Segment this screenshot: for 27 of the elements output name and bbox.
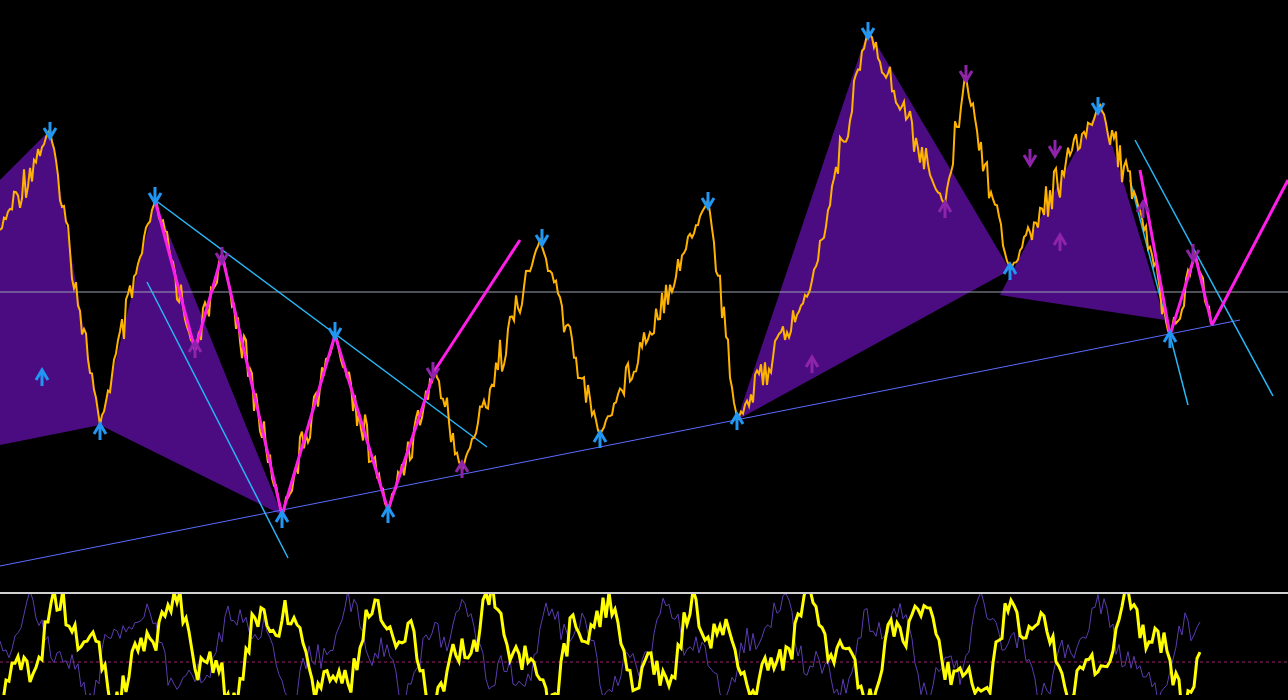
arrow-down-icon: [860, 22, 876, 41]
arrow-up-icon: [1002, 261, 1018, 280]
arrow-up-icon: [1162, 329, 1178, 348]
arrow-down-icon: [42, 122, 58, 141]
arrow-down-icon: [327, 322, 343, 341]
arrow-up-icon: [804, 354, 820, 373]
arrow-down-icon: [1047, 140, 1063, 159]
arrow-down-icon: [700, 192, 716, 211]
arrow-up-icon: [937, 199, 953, 218]
arrow-up-icon: [454, 459, 470, 478]
arrow-up-icon: [187, 339, 203, 358]
arrow-down-icon: [1090, 97, 1106, 116]
arrow-up-icon: [34, 367, 50, 386]
arrow-down-icon: [214, 247, 230, 266]
arrow-up-icon: [274, 509, 290, 528]
arrow-up-icon: [592, 429, 608, 448]
arrow-up-icon: [380, 504, 396, 523]
arrow-up-icon: [92, 421, 108, 440]
arrow-down-icon: [1185, 244, 1201, 263]
arrow-down-icon: [1022, 149, 1038, 168]
arrow-down-icon: [958, 65, 974, 84]
arrow-up-icon: [1135, 199, 1151, 218]
arrow-down-icon: [534, 229, 550, 248]
arrow-up-icon: [729, 411, 745, 430]
arrow-up-icon: [1052, 232, 1068, 251]
arrow-down-icon: [425, 362, 441, 381]
arrow-down-icon: [147, 187, 163, 206]
